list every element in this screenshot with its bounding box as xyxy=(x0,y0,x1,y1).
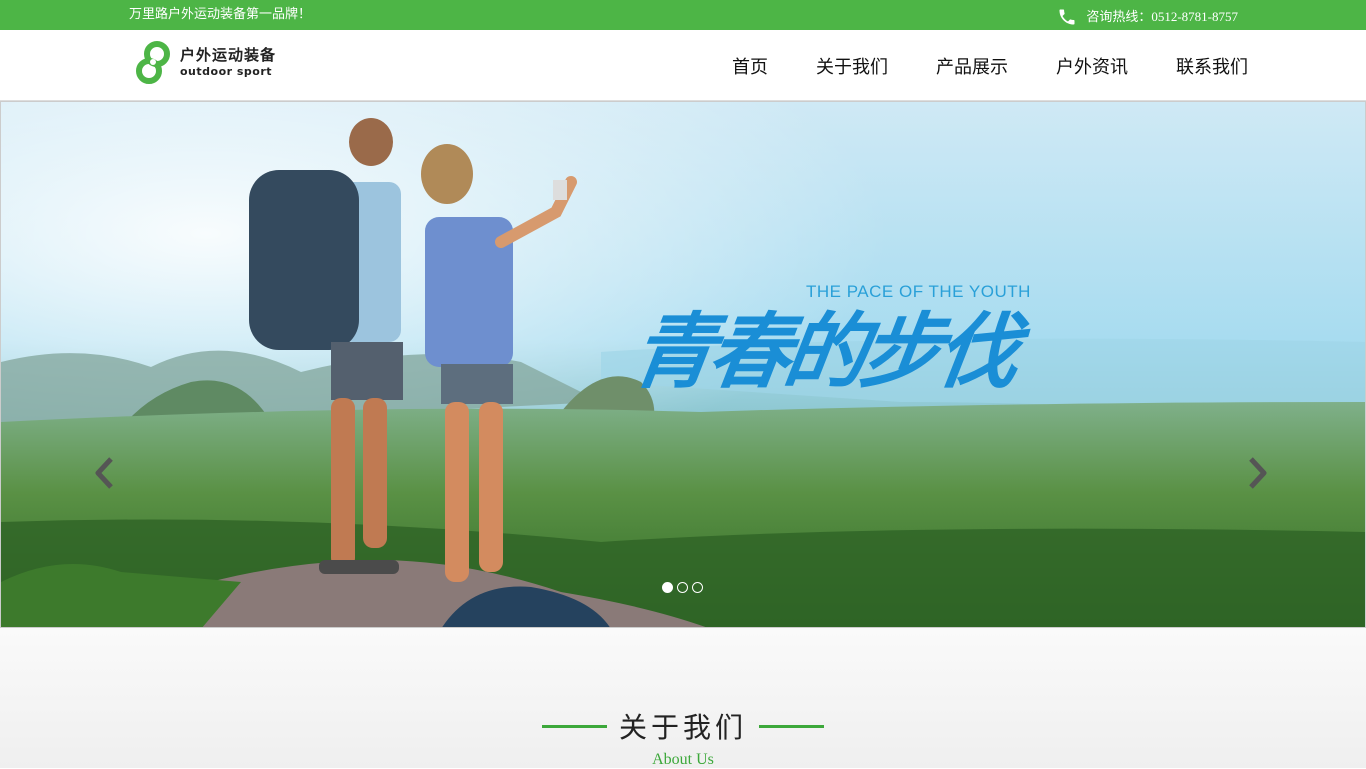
nav-contact[interactable]: 联系我们 xyxy=(1176,53,1248,79)
top-bar: 万里路户外运动装备第一品牌！ 咨询热线：0512-8781-8757 xyxy=(0,0,1366,30)
carousel-dot-1[interactable] xyxy=(662,582,673,593)
header: 户外运动装备 outdoor sport 首页 关于我们 产品展示 户外资讯 联… xyxy=(0,30,1366,101)
carousel-indicators xyxy=(662,582,707,593)
carousel-dot-2[interactable] xyxy=(677,582,688,593)
carousel-dot-3[interactable] xyxy=(692,582,703,593)
banner-slogan-cn: 青春的步伐 xyxy=(626,304,1020,400)
top-slogan: 万里路户外运动装备第一品牌！ xyxy=(129,7,312,22)
logo-title: 户外运动装备 xyxy=(180,46,277,64)
banner-slogan-en: THE PACE OF THE YOUTH xyxy=(806,282,1031,301)
about-heading: 关于我们 xyxy=(0,706,1366,746)
divider-right xyxy=(759,724,824,728)
logo[interactable]: 户外运动装备 outdoor sport xyxy=(134,40,276,86)
logo-subtitle: outdoor sport xyxy=(180,65,273,78)
nav-about[interactable]: 关于我们 xyxy=(816,53,888,79)
divider-left xyxy=(541,724,607,728)
nav-home[interactable]: 首页 xyxy=(732,53,768,79)
about-subtitle: About Us xyxy=(652,751,714,768)
chevron-right-icon[interactable] xyxy=(1245,456,1269,490)
nav-products[interactable]: 产品展示 xyxy=(936,53,1008,79)
about-title: 关于我们 xyxy=(618,711,747,744)
about-section: 关于我们 About Us xyxy=(0,628,1366,768)
hero-banner: THE PACE OF THE YOUTH 青春的步伐 xyxy=(0,101,1366,628)
logo-mark-icon xyxy=(136,41,170,84)
hotline: 咨询热线：0512-8781-8757 xyxy=(1056,7,1238,27)
phone-icon xyxy=(1059,9,1075,25)
nav-news[interactable]: 户外资讯 xyxy=(1056,53,1128,79)
chevron-left-icon[interactable] xyxy=(93,456,117,490)
hotline-text: 咨询热线：0512-8781-8757 xyxy=(1086,9,1238,24)
main-nav: 首页 关于我们 产品展示 户外资讯 联系我们 xyxy=(684,30,1248,101)
